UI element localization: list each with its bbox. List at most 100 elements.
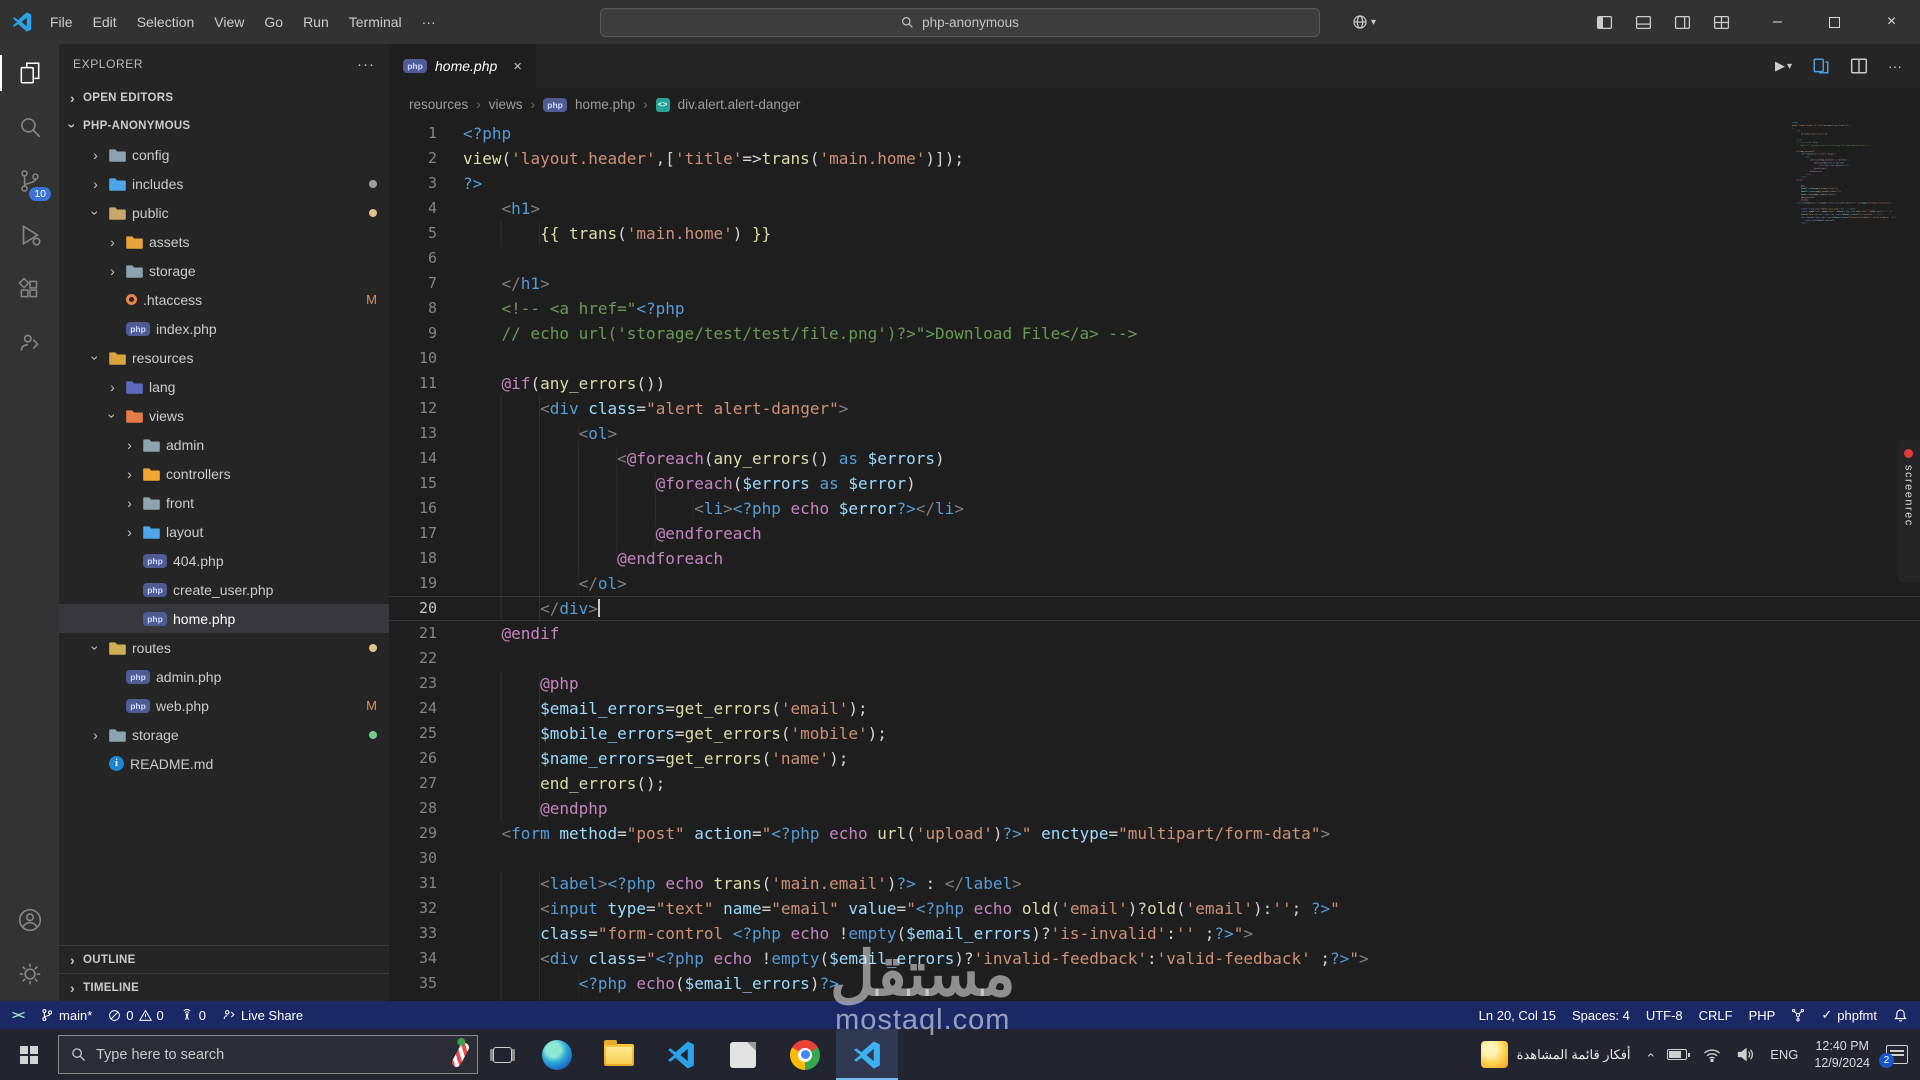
breadcrumb-views[interactable]: views — [489, 97, 523, 112]
code-line-9[interactable]: 9 // echo url('storage/test/test/file.pn… — [389, 321, 1920, 346]
toggle-sidebar-icon[interactable] — [1596, 14, 1613, 31]
code-line-7[interactable]: 7 </h1> — [389, 271, 1920, 296]
tree-item-controllers[interactable]: ›controllers — [59, 459, 389, 488]
open-editors-section[interactable]: › OPEN EDITORS — [59, 84, 389, 112]
code-line-2[interactable]: 2view('layout.header',['title'=>trans('m… — [389, 146, 1920, 171]
source-control-icon[interactable]: 10 — [0, 154, 59, 208]
live-share-item[interactable]: Live Share — [222, 1008, 303, 1023]
code-line-31[interactable]: 31 <label><?php echo trans('main.email')… — [389, 871, 1920, 896]
code-line-1[interactable]: 1<?php — [389, 121, 1920, 146]
code-line-20[interactable]: 20 </div> — [389, 596, 1920, 621]
code-line-12[interactable]: 12 <div class="alert alert-danger"> — [389, 396, 1920, 421]
clock[interactable]: 12:40 PM 12/9/2024 — [1814, 1038, 1870, 1072]
code-line-10[interactable]: 10 — [389, 346, 1920, 371]
git-branch-item[interactable]: main* — [40, 1008, 92, 1023]
code-line-8[interactable]: 8 <!-- <a href="<?php — [389, 296, 1920, 321]
minimize-button[interactable]: – — [1749, 0, 1806, 44]
tree-item-config[interactable]: ›config — [59, 140, 389, 169]
indentation[interactable]: Spaces: 4 — [1572, 1008, 1630, 1023]
code-line-21[interactable]: 21 @endif — [389, 621, 1920, 646]
tree-item-storage[interactable]: ›storage — [59, 720, 389, 749]
code-line-16[interactable]: 16 <li><?php echo $error?></li> — [389, 496, 1920, 521]
notification-center-icon[interactable]: 2 — [1886, 1045, 1908, 1064]
tree-item-admin-php[interactable]: ›phpadmin.php — [59, 662, 389, 691]
run-button[interactable]: ▶ ▾ — [1775, 58, 1792, 74]
code-line-25[interactable]: 25 $mobile_errors=get_errors('mobile'); — [389, 721, 1920, 746]
code-line-4[interactable]: 4 <h1> — [389, 196, 1920, 221]
toggle-secondary-sidebar-icon[interactable] — [1674, 14, 1691, 31]
run-debug-icon[interactable] — [0, 208, 59, 262]
code-line-28[interactable]: 28 @endphp — [389, 796, 1920, 821]
code-line-11[interactable]: 11 @if(any_errors()) — [389, 371, 1920, 396]
settings-gear-icon[interactable] — [0, 947, 59, 1001]
code-line-14[interactable]: 14 <@foreach(any_errors() as $errors) — [389, 446, 1920, 471]
menu-file[interactable]: File — [40, 14, 83, 30]
input-language[interactable]: ENG — [1770, 1047, 1798, 1062]
extensions-icon[interactable] — [0, 262, 59, 316]
tree-item-readme-md[interactable]: ›iREADME.md — [59, 749, 389, 778]
code-line-27[interactable]: 27 end_errors(); — [389, 771, 1920, 796]
start-button[interactable] — [0, 1029, 58, 1080]
menu-selection[interactable]: Selection — [127, 14, 205, 30]
maximize-button[interactable] — [1806, 0, 1863, 44]
browser-preview-button[interactable]: ▾ — [1352, 14, 1376, 30]
outline-section[interactable]: › OUTLINE — [59, 945, 389, 973]
language-mode[interactable]: PHP — [1749, 1008, 1776, 1023]
notifications-bell[interactable] — [1893, 1008, 1908, 1023]
open-changes-icon[interactable] — [1812, 57, 1830, 75]
battery-icon[interactable] — [1667, 1049, 1687, 1060]
command-center-search[interactable]: php-anonymous — [600, 8, 1320, 37]
menu-overflow[interactable]: ··· — [412, 14, 446, 30]
live-share-icon[interactable] — [0, 316, 59, 370]
problems-item[interactable]: 0 0 — [108, 1008, 163, 1023]
formatter-item[interactable]: ✓ phpfmt — [1821, 1007, 1877, 1023]
breadcrumb-symbol[interactable]: div.alert.alert-danger — [678, 97, 801, 112]
close-button[interactable]: × — [1863, 0, 1920, 44]
tree-item-front[interactable]: ›front — [59, 488, 389, 517]
task-view-button[interactable] — [478, 1029, 526, 1080]
code-line-29[interactable]: 29 <form method="post" action="<?php ech… — [389, 821, 1920, 846]
tree-item-public[interactable]: ›public — [59, 198, 389, 227]
tree-item-404-php[interactable]: ›php404.php — [59, 546, 389, 575]
menu-terminal[interactable]: Terminal — [339, 14, 412, 30]
toggle-panel-icon[interactable] — [1635, 14, 1652, 31]
tree-item-resources[interactable]: ›resources — [59, 343, 389, 372]
taskbar-vscode[interactable] — [650, 1029, 712, 1080]
remote-indicator[interactable]: >< — [12, 1008, 24, 1022]
tray-expand-icon[interactable]: › — [1641, 1052, 1657, 1057]
tree-item-layout[interactable]: ›layout — [59, 517, 389, 546]
cursor-position[interactable]: Ln 20, Col 15 — [1479, 1008, 1556, 1023]
intelephense-item[interactable] — [1791, 1008, 1805, 1022]
screen-recorder-widget[interactable]: screenrec — [1897, 440, 1920, 582]
code-line-26[interactable]: 26 $name_errors=get_errors('name'); — [389, 746, 1920, 771]
tree-item-includes[interactable]: ›includes — [59, 169, 389, 198]
code-line-24[interactable]: 24 $email_errors=get_errors('email'); — [389, 696, 1920, 721]
code-line-34[interactable]: 34 <div class="<?php echo !empty($email_… — [389, 946, 1920, 971]
code-line-17[interactable]: 17 @endforeach — [389, 521, 1920, 546]
code-line-23[interactable]: 23 @php — [389, 671, 1920, 696]
ports-item[interactable]: 0 — [180, 1008, 206, 1023]
taskbar-chrome[interactable] — [774, 1029, 836, 1080]
tree-item-create-user-php[interactable]: ›phpcreate_user.php — [59, 575, 389, 604]
tree-item-web-php[interactable]: ›phpweb.phpM — [59, 691, 389, 720]
timeline-section[interactable]: › TIMELINE — [59, 973, 389, 1001]
tree-item-admin[interactable]: ›admin — [59, 430, 389, 459]
taskbar-file-explorer[interactable] — [588, 1029, 650, 1080]
code-line-18[interactable]: 18 @endforeach — [389, 546, 1920, 571]
explorer-icon[interactable] — [0, 46, 59, 100]
code-line-5[interactable]: 5 {{ trans('main.home') }} — [389, 221, 1920, 246]
menu-edit[interactable]: Edit — [83, 14, 127, 30]
explorer-more-actions[interactable]: ··· — [357, 56, 375, 73]
breadcrumb-home-php[interactable]: home.php — [575, 97, 635, 112]
code-line-30[interactable]: 30 — [389, 846, 1920, 871]
code-line-33[interactable]: 33 class="form-control <?php echo !empty… — [389, 921, 1920, 946]
minimap[interactable]: <?phpview('layout.header',['title'=>tran… — [1792, 121, 1910, 1001]
code-line-22[interactable]: 22 — [389, 646, 1920, 671]
code-line-13[interactable]: 13 <ol> — [389, 421, 1920, 446]
wifi-icon[interactable] — [1703, 1048, 1721, 1062]
code-line-6[interactable]: 6 — [389, 246, 1920, 271]
tree-item-lang[interactable]: ›lang — [59, 372, 389, 401]
taskbar-vscode-active[interactable] — [836, 1029, 898, 1080]
editor-more-actions[interactable]: ··· — [1888, 58, 1902, 74]
tree-item-index-php[interactable]: ›phpindex.php — [59, 314, 389, 343]
